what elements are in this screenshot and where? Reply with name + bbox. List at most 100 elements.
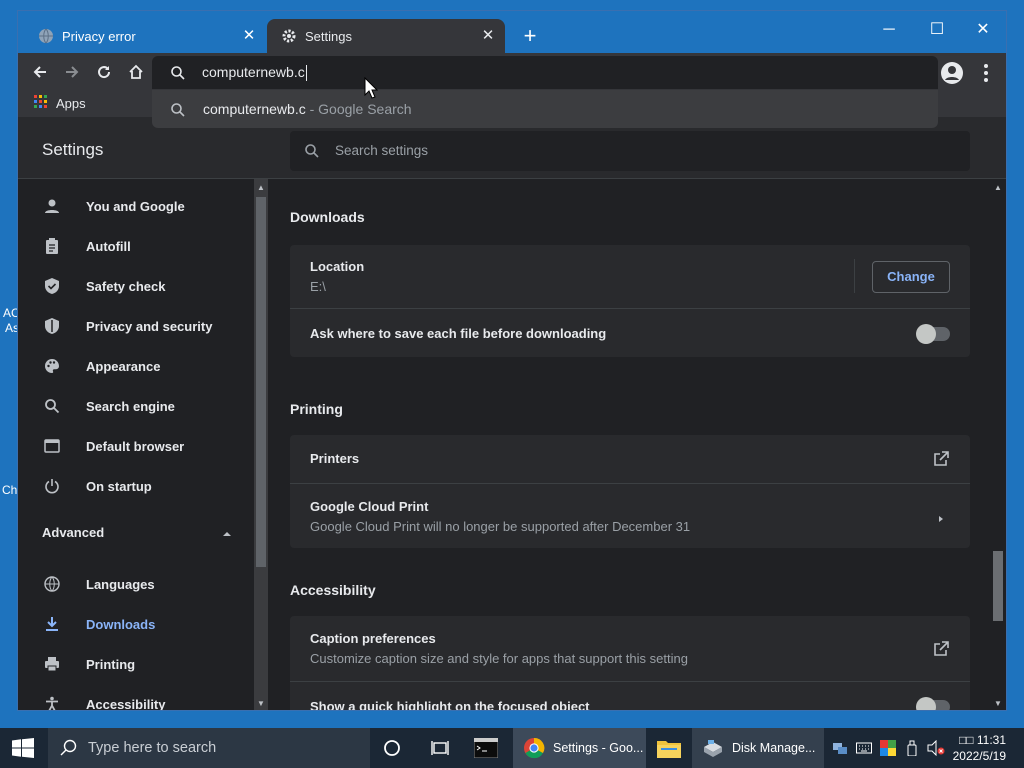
taskbar: Type here to search Settings - Goo... Di…: [0, 728, 1024, 768]
sidebar-item-search-engine[interactable]: Search engine: [18, 388, 254, 424]
printers-row[interactable]: Printers: [290, 435, 970, 483]
sidebar-item-autofill[interactable]: Autofill: [18, 228, 254, 264]
highlight-toggle[interactable]: [916, 697, 950, 710]
sidebar-scrollbar[interactable]: ▲ ▼: [254, 179, 268, 710]
maximize-icon[interactable]: ☐: [914, 15, 960, 45]
shield-icon: [42, 316, 62, 336]
scroll-down-icon[interactable]: ▼: [994, 699, 1002, 708]
task-view-icon[interactable]: [420, 728, 460, 768]
accessibility-card: Caption preferences Customize caption si…: [290, 616, 970, 710]
address-input[interactable]: computernewb.c: [202, 56, 307, 89]
sidebar-item-printing[interactable]: Printing: [18, 646, 254, 682]
accessibility-icon: [42, 694, 62, 710]
globe-icon: [42, 574, 62, 594]
sidebar-item-appearance[interactable]: Appearance: [18, 348, 254, 384]
disk-management-icon: [702, 737, 724, 759]
downloads-card: Location E:\ Change Ask where to save ea…: [290, 245, 970, 357]
sidebar-item-default-browser[interactable]: Default browser: [18, 428, 254, 464]
menu-icon[interactable]: [978, 61, 994, 85]
caret-up-icon: [222, 527, 232, 537]
sidebar-item-accessibility[interactable]: Accessibility: [18, 686, 254, 710]
change-location-button[interactable]: Change: [872, 261, 950, 293]
sidebar-item-privacy-and-security[interactable]: Privacy and security: [18, 308, 254, 344]
clipboard-icon: [42, 236, 62, 256]
keyboard-icon[interactable]: [852, 742, 876, 754]
sidebar-item-safety-check[interactable]: Safety check: [18, 268, 254, 304]
gear-icon: [281, 28, 297, 44]
close-icon[interactable]: ✕: [479, 27, 497, 45]
search-icon: [304, 143, 320, 159]
highlight-row[interactable]: Show a quick highlight on the focused ob…: [290, 681, 970, 710]
minimize-icon[interactable]: ─: [866, 15, 912, 45]
sidebar-item-on-startup[interactable]: On startup: [18, 468, 254, 504]
network-icon[interactable]: [828, 741, 852, 755]
ask-where-row[interactable]: Ask where to save each file before downl…: [290, 308, 970, 357]
back-icon[interactable]: [27, 59, 53, 85]
ask-where-label: Ask where to save each file before downl…: [310, 326, 607, 341]
volume-muted-icon[interactable]: [924, 740, 948, 756]
cloud-print-label: Google Cloud Print: [310, 499, 429, 514]
scrollbar-thumb[interactable]: [256, 197, 266, 567]
chrome-icon: [523, 737, 545, 759]
usb-icon[interactable]: [900, 740, 924, 756]
search-placeholder: Search settings: [335, 143, 429, 158]
main-scrollbar[interactable]: ▲ ▼: [990, 179, 1006, 710]
printers-label: Printers: [310, 451, 360, 466]
printing-heading: Printing: [290, 401, 343, 417]
address-bar[interactable]: computernewb.c: [152, 56, 938, 89]
printing-card: Printers Google Cloud Print Google Cloud…: [290, 435, 970, 548]
power-icon: [42, 476, 62, 496]
close-icon[interactable]: ✕: [240, 27, 258, 45]
reload-icon[interactable]: [91, 59, 117, 85]
chrome-window: Privacy error ✕ Settings ✕ + ─ ☐ ✕ compu…: [17, 10, 1007, 711]
scrollbar-thumb[interactable]: [993, 551, 1003, 621]
location-label: Location: [310, 259, 365, 274]
search-icon: [170, 102, 186, 118]
apps-shortcut[interactable]: Apps: [34, 95, 86, 112]
close-window-icon[interactable]: ✕: [960, 15, 1006, 45]
taskbar-clock[interactable]: □□ 11:31 2022/5/19: [953, 732, 1006, 764]
new-tab-icon[interactable]: +: [518, 25, 542, 49]
palette-icon: [42, 356, 62, 376]
taskbar-app-disk-management[interactable]: Disk Manage...: [692, 728, 824, 768]
search-settings-input[interactable]: Search settings: [290, 131, 970, 171]
tab-strip: Privacy error ✕ Settings ✕ + ─ ☐ ✕: [18, 11, 1006, 53]
command-prompt-icon[interactable]: [466, 728, 506, 768]
cortana-icon[interactable]: [374, 728, 410, 768]
taskbar-search[interactable]: Type here to search: [48, 728, 370, 768]
omnibox-suggestion[interactable]: computernewb.c - Google Search: [152, 90, 938, 128]
apps-grid-icon: [34, 95, 48, 112]
external-link-icon[interactable]: [932, 450, 950, 468]
scroll-down-icon[interactable]: ▼: [257, 699, 265, 708]
ask-where-toggle[interactable]: [916, 324, 950, 344]
cloud-print-row[interactable]: Google Cloud Print Google Cloud Print wi…: [290, 483, 970, 548]
sidebar-item-you-and-google[interactable]: You and Google: [18, 188, 254, 224]
color-app-icon[interactable]: [876, 740, 900, 756]
apps-label: Apps: [56, 96, 86, 111]
location-value: E:\: [310, 279, 326, 294]
home-icon[interactable]: [123, 59, 149, 85]
tab-settings[interactable]: Settings ✕: [267, 19, 505, 53]
scroll-up-icon[interactable]: ▲: [994, 183, 1002, 192]
profile-icon[interactable]: [940, 61, 964, 85]
forward-icon[interactable]: [59, 59, 85, 85]
sidebar-item-downloads[interactable]: Downloads: [18, 606, 254, 642]
scroll-up-icon[interactable]: ▲: [257, 183, 265, 192]
file-explorer-icon[interactable]: [650, 728, 688, 768]
caption-row[interactable]: Caption preferences Customize caption si…: [290, 616, 970, 681]
tab-privacy-error[interactable]: Privacy error ✕: [24, 19, 266, 53]
cloud-print-sub: Google Cloud Print will no longer be sup…: [310, 519, 691, 534]
caption-label: Caption preferences: [310, 631, 436, 646]
windows-start-icon[interactable]: [12, 738, 34, 758]
taskbar-app-chrome-settings[interactable]: Settings - Goo...: [513, 728, 646, 768]
printer-icon: [42, 654, 62, 674]
browser-icon: [42, 436, 62, 456]
download-icon: [42, 614, 62, 634]
external-link-icon[interactable]: [932, 640, 950, 658]
sidebar-item-languages[interactable]: Languages: [18, 566, 254, 602]
suggestion-text: computernewb.c - Google Search: [203, 101, 412, 117]
clock-time: □□ 11:31: [959, 733, 1006, 747]
toolbar: computernewb.c: [18, 53, 1006, 91]
sidebar-advanced-toggle[interactable]: Advanced: [42, 525, 232, 540]
tab-label: Settings: [305, 28, 352, 44]
